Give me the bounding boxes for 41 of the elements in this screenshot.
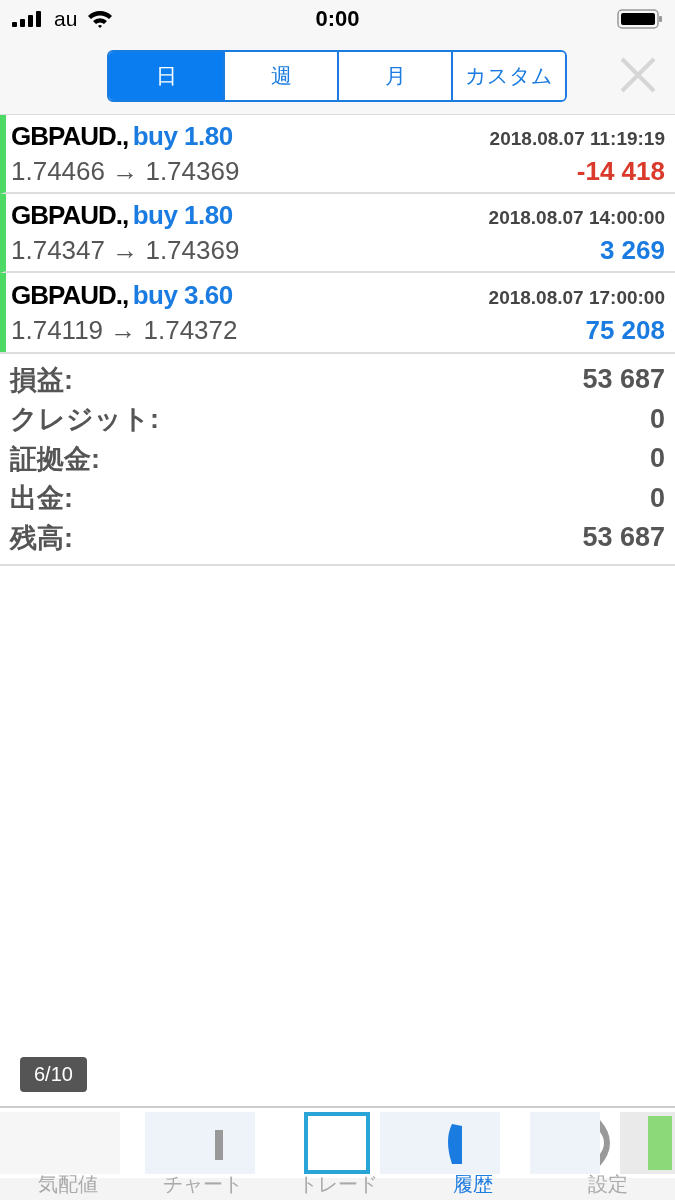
trade-time: 2018.08.07 11:19:19 — [489, 127, 665, 150]
summary-value: 53 687 — [582, 364, 665, 396]
trade-row[interactable]: GBPAUD., buy 1.80 2018.08.07 14:00:00 1.74347 → 1.74369 3 269 — [0, 194, 675, 273]
summary-value: 53 687 — [582, 522, 665, 554]
price-range: 1.74119 → 1.74372 — [11, 314, 238, 346]
period-tab[interactable]: 月 — [337, 52, 451, 100]
summary-value: 0 — [649, 443, 665, 475]
clock: 0:00 — [315, 6, 360, 32]
summary-label: 損益: — [10, 363, 73, 397]
summary-label: クレジット: — [10, 403, 159, 437]
summary-value: 0 — [649, 482, 665, 514]
period-tab[interactable]: カスタム — [451, 52, 565, 100]
symbol: GBPAUD., — [11, 199, 129, 230]
tab-label[interactable]: 設定 — [540, 1171, 675, 1200]
summary-label: 残高: — [10, 521, 73, 555]
summary-value: 0 — [649, 403, 665, 435]
order-type: buy 3.60 — [132, 279, 233, 310]
profit-value: 3 269 — [599, 234, 665, 266]
profit-value: 75 208 — [585, 314, 665, 346]
trade-time: 2018.08.07 17:00:00 — [488, 286, 665, 309]
profit-value: -14 418 — [576, 155, 665, 187]
period-tab[interactable]: 日 — [109, 52, 223, 100]
tab-label[interactable]: トレード — [270, 1171, 405, 1200]
wifi-icon — [87, 10, 114, 28]
close-icon[interactable] — [619, 56, 657, 94]
battery-icon — [617, 9, 663, 29]
order-type: buy 1.80 — [132, 199, 233, 230]
summary-label: 出金: — [10, 482, 73, 516]
period-tab[interactable]: 週 — [223, 52, 337, 100]
symbol: GBPAUD., — [11, 279, 129, 310]
order-type: buy 1.80 — [132, 120, 233, 151]
trade-row[interactable]: GBPAUD., buy 1.80 2018.08.07 11:19:19 1.74466 → 1.74369 -14 418 — [0, 115, 675, 194]
trade-time: 2018.08.07 14:00:00 — [488, 206, 665, 229]
signal-icon — [12, 11, 44, 27]
price-range: 1.74466 → 1.74369 — [11, 155, 240, 187]
tab-label[interactable]: 履歴 — [405, 1171, 540, 1200]
summary-label: 証拠金: — [10, 442, 100, 476]
carrier-name: au — [54, 7, 78, 31]
page-counter: 6/10 — [20, 1057, 87, 1092]
price-range: 1.74347 → 1.74369 — [11, 234, 240, 266]
symbol: GBPAUD., — [11, 120, 129, 151]
